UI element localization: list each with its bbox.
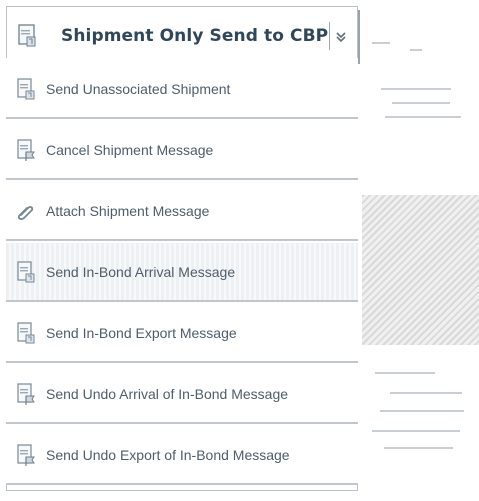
background-speck <box>375 372 435 374</box>
menu-item-send-undo-export-message[interactable]: Send Undo Export of In-Bond Message <box>6 424 358 485</box>
document-flag-icon <box>17 382 35 405</box>
background-speck <box>384 447 453 449</box>
menu-item-label: Send Unassociated Shipment <box>46 80 231 97</box>
document-flag-icon <box>17 138 35 161</box>
menu-item-label: Attach Shipment Message <box>46 202 210 219</box>
menu-item-send-undo-arrival-message[interactable]: Send Undo Arrival of In-Bond Message <box>6 363 358 424</box>
background-speck <box>372 42 390 44</box>
menu-item-send-unassociated-shipment[interactable]: Send Unassociated Shipment <box>6 58 358 119</box>
background-speck <box>372 430 460 432</box>
background-speck <box>392 102 450 104</box>
document-icon <box>17 260 35 282</box>
menu-item-send-inbond-export-message[interactable]: Send In-Bond Export Message <box>6 302 358 363</box>
menu-list: Send Unassociated Shipment Cancel Shipme… <box>6 58 358 488</box>
menu-item-label: Send Undo Arrival of In-Bond Message <box>46 385 289 402</box>
menu-item-send-inbond-arrival-message[interactable]: Send In-Bond Arrival Message <box>6 241 358 302</box>
menu-item-label: Send In-Bond Export Message <box>46 324 237 341</box>
background-speck <box>381 88 451 90</box>
dropdown-toggle-button[interactable] <box>329 22 352 50</box>
menu-item-cancel-shipment-message[interactable]: Cancel Shipment Message <box>6 119 358 180</box>
chevron-down-icon <box>336 32 346 43</box>
menu-item-label: Cancel Shipment Message <box>46 141 214 158</box>
background-speck <box>380 410 464 412</box>
background-speck <box>390 392 462 394</box>
menu-title: Shipment Only Send to CBP <box>61 26 329 46</box>
document-icon <box>17 321 35 343</box>
paperclip-icon <box>17 205 34 220</box>
menu-item-label: Send In-Bond Arrival Message <box>46 263 236 280</box>
menu-item-label: Send Undo Export of In-Bond Message <box>46 446 290 463</box>
menu-item-attach-shipment-message[interactable]: Attach Shipment Message <box>6 180 358 241</box>
document-icon <box>18 24 36 47</box>
document-flag-icon <box>17 443 35 466</box>
document-icon <box>17 77 35 99</box>
background-divider <box>358 10 360 64</box>
background-speck <box>385 116 461 118</box>
background-speck <box>410 49 422 51</box>
background-hatched-panel <box>362 195 479 345</box>
